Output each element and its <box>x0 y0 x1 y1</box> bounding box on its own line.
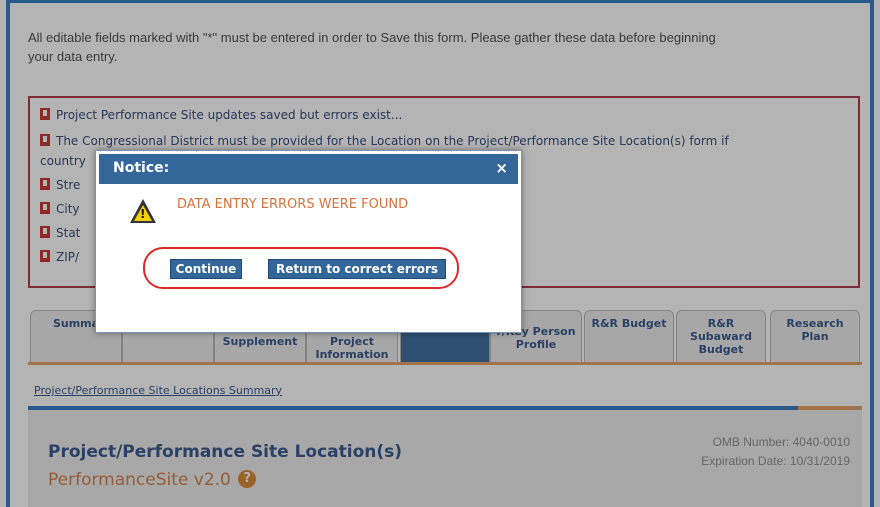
continue-button[interactable]: Continue <box>170 259 242 279</box>
dialog-title: Notice: <box>113 160 170 176</box>
close-icon[interactable]: × <box>495 159 508 177</box>
dialog-header: Notice: × <box>99 154 518 184</box>
dialog-message: DATA ENTRY ERRORS WERE FOUND <box>177 197 409 212</box>
notice-dialog: Notice: × ! DATA ENTRY ERRORS WERE FOUND… <box>95 150 522 333</box>
warning-icon-mark: ! <box>140 207 146 221</box>
return-to-correct-errors-button[interactable]: Return to correct errors <box>268 259 446 279</box>
